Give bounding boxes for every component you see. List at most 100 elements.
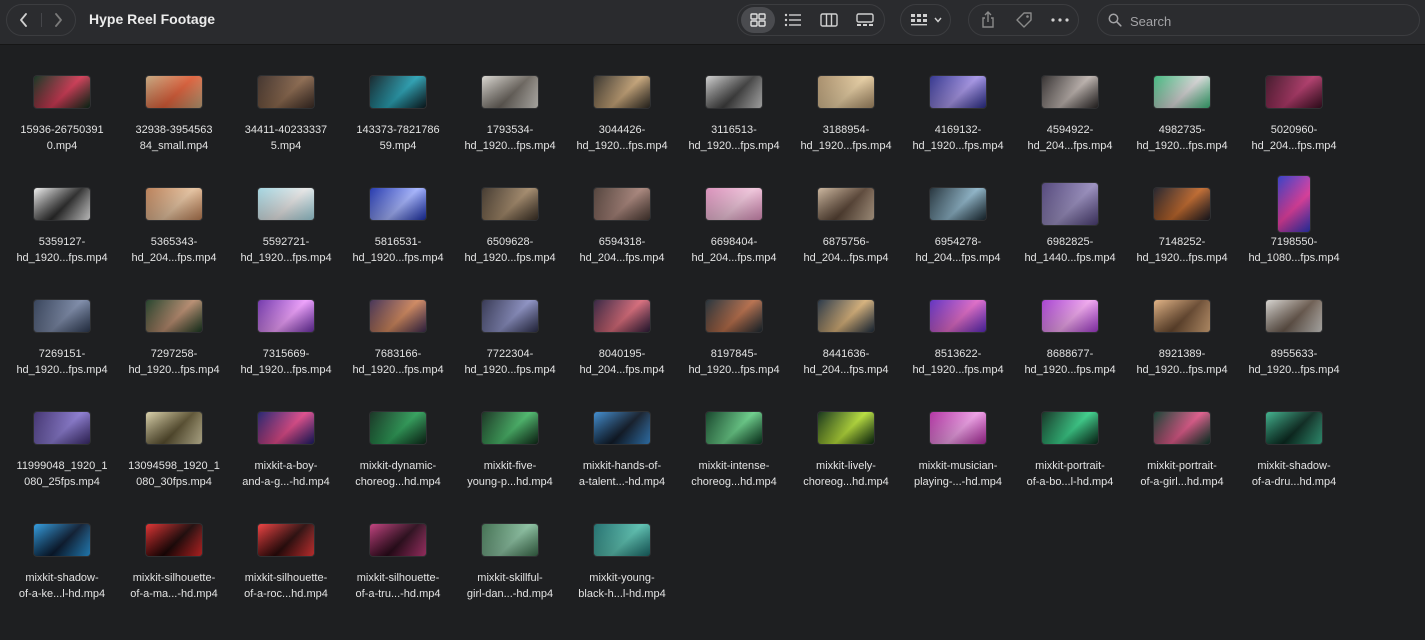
- file-item[interactable]: 4169132- hd_1920...fps.mp4: [902, 64, 1014, 176]
- video-thumbnail[interactable]: [146, 76, 202, 108]
- video-thumbnail[interactable]: [146, 412, 202, 444]
- file-item[interactable]: 3044426- hd_1920...fps.mp4: [566, 64, 678, 176]
- video-thumbnail[interactable]: [1266, 76, 1322, 108]
- video-thumbnail[interactable]: [1266, 300, 1322, 332]
- video-thumbnail[interactable]: [370, 76, 426, 108]
- video-thumbnail[interactable]: [818, 412, 874, 444]
- video-thumbnail[interactable]: [818, 300, 874, 332]
- video-thumbnail[interactable]: [594, 76, 650, 108]
- file-item[interactable]: 8955633- hd_1920...fps.mp4: [1238, 288, 1350, 400]
- more-actions-button[interactable]: [1043, 7, 1077, 33]
- file-item[interactable]: 7722304- hd_1920...fps.mp4: [454, 288, 566, 400]
- video-thumbnail[interactable]: [1042, 183, 1098, 225]
- file-item[interactable]: mixkit-silhouette-of-a-tru...-hd.mp4: [342, 512, 454, 624]
- video-thumbnail[interactable]: [930, 76, 986, 108]
- video-thumbnail[interactable]: [34, 76, 90, 108]
- file-item[interactable]: mixkit-young-black-h...l-hd.mp4: [566, 512, 678, 624]
- file-item[interactable]: mixkit-musician-playing-...-hd.mp4: [902, 400, 1014, 512]
- file-item[interactable]: 7297258- hd_1920...fps.mp4: [118, 288, 230, 400]
- file-item[interactable]: 8441636- hd_204...fps.mp4: [790, 288, 902, 400]
- video-thumbnail[interactable]: [818, 188, 874, 220]
- file-item[interactable]: 7269151- hd_1920...fps.mp4: [6, 288, 118, 400]
- file-item[interactable]: 6982825- hd_1440...fps.mp4: [1014, 176, 1126, 288]
- video-thumbnail[interactable]: [706, 188, 762, 220]
- video-thumbnail[interactable]: [818, 76, 874, 108]
- file-item[interactable]: 7683166- hd_1920...fps.mp4: [342, 288, 454, 400]
- file-item[interactable]: 7315669- hd_1920...fps.mp4: [230, 288, 342, 400]
- video-thumbnail[interactable]: [594, 524, 650, 556]
- video-thumbnail[interactable]: [482, 300, 538, 332]
- video-thumbnail[interactable]: [706, 300, 762, 332]
- column-view-button[interactable]: [812, 7, 846, 33]
- video-thumbnail[interactable]: [258, 76, 314, 108]
- file-item[interactable]: mixkit-portrait-of-a-girl...hd.mp4: [1126, 400, 1238, 512]
- video-thumbnail[interactable]: [258, 188, 314, 220]
- video-thumbnail[interactable]: [1042, 76, 1098, 108]
- file-item[interactable]: 34411-40233337 5.mp4: [230, 64, 342, 176]
- video-thumbnail[interactable]: [258, 412, 314, 444]
- file-item[interactable]: 1793534- hd_1920...fps.mp4: [454, 64, 566, 176]
- video-thumbnail[interactable]: [34, 412, 90, 444]
- search-input[interactable]: [1128, 11, 1412, 31]
- file-item[interactable]: 8197845- hd_1920...fps.mp4: [678, 288, 790, 400]
- tag-button[interactable]: [1007, 7, 1041, 33]
- file-item[interactable]: 5359127- hd_1920...fps.mp4: [6, 176, 118, 288]
- file-item[interactable]: 5365343- hd_204...fps.mp4: [118, 176, 230, 288]
- video-thumbnail[interactable]: [1278, 176, 1310, 232]
- file-item[interactable]: mixkit-shadow-of-a-dru...hd.mp4: [1238, 400, 1350, 512]
- file-item[interactable]: mixkit-five-young-p...hd.mp4: [454, 400, 566, 512]
- file-item[interactable]: 8513622- hd_1920...fps.mp4: [902, 288, 1014, 400]
- video-thumbnail[interactable]: [930, 300, 986, 332]
- file-item[interactable]: 6954278- hd_204...fps.mp4: [902, 176, 1014, 288]
- file-item[interactable]: mixkit-intense-choreog...hd.mp4: [678, 400, 790, 512]
- video-thumbnail[interactable]: [482, 188, 538, 220]
- file-item[interactable]: mixkit-silhouette-of-a-ma...-hd.mp4: [118, 512, 230, 624]
- video-thumbnail[interactable]: [594, 188, 650, 220]
- video-thumbnail[interactable]: [370, 300, 426, 332]
- video-thumbnail[interactable]: [1266, 412, 1322, 444]
- file-item[interactable]: 3116513- hd_1920...fps.mp4: [678, 64, 790, 176]
- file-item[interactable]: 5592721- hd_1920...fps.mp4: [230, 176, 342, 288]
- video-thumbnail[interactable]: [370, 412, 426, 444]
- video-thumbnail[interactable]: [482, 412, 538, 444]
- back-button[interactable]: [7, 5, 41, 35]
- file-item[interactable]: mixkit-shadow-of-a-ke...l-hd.mp4: [6, 512, 118, 624]
- video-thumbnail[interactable]: [370, 524, 426, 556]
- list-view-button[interactable]: [776, 7, 810, 33]
- video-thumbnail[interactable]: [1042, 300, 1098, 332]
- video-thumbnail[interactable]: [594, 300, 650, 332]
- video-thumbnail[interactable]: [34, 524, 90, 556]
- video-thumbnail[interactable]: [34, 188, 90, 220]
- file-item[interactable]: 6594318- hd_204...fps.mp4: [566, 176, 678, 288]
- file-item[interactable]: mixkit-a-boy-and-a-g...-hd.mp4: [230, 400, 342, 512]
- video-thumbnail[interactable]: [594, 412, 650, 444]
- video-thumbnail[interactable]: [930, 188, 986, 220]
- search-field[interactable]: [1097, 4, 1420, 36]
- file-item[interactable]: 13094598_1920_1 080_30fps.mp4: [118, 400, 230, 512]
- share-button[interactable]: [971, 7, 1005, 33]
- file-item[interactable]: 15936-26750391 0.mp4: [6, 64, 118, 176]
- video-thumbnail[interactable]: [482, 76, 538, 108]
- video-thumbnail[interactable]: [706, 76, 762, 108]
- file-item[interactable]: 7198550- hd_1080...fps.mp4: [1238, 176, 1350, 288]
- file-item[interactable]: 8921389- hd_1920...fps.mp4: [1126, 288, 1238, 400]
- file-item[interactable]: 5816531- hd_1920...fps.mp4: [342, 176, 454, 288]
- file-item[interactable]: mixkit-hands-of-a-talent...-hd.mp4: [566, 400, 678, 512]
- video-thumbnail[interactable]: [258, 524, 314, 556]
- file-item[interactable]: mixkit-portrait-of-a-bo...l-hd.mp4: [1014, 400, 1126, 512]
- file-item[interactable]: 8688677- hd_1920...fps.mp4: [1014, 288, 1126, 400]
- file-item[interactable]: mixkit-lively-choreog...hd.mp4: [790, 400, 902, 512]
- group-by-button[interactable]: [900, 4, 951, 36]
- video-thumbnail[interactable]: [258, 300, 314, 332]
- file-item[interactable]: 4982735- hd_1920...fps.mp4: [1126, 64, 1238, 176]
- file-item[interactable]: 3188954- hd_1920...fps.mp4: [790, 64, 902, 176]
- video-thumbnail[interactable]: [482, 524, 538, 556]
- video-thumbnail[interactable]: [1042, 412, 1098, 444]
- file-item[interactable]: 5020960- hd_204...fps.mp4: [1238, 64, 1350, 176]
- video-thumbnail[interactable]: [1154, 188, 1210, 220]
- video-thumbnail[interactable]: [1154, 76, 1210, 108]
- file-item[interactable]: 4594922- hd_204...fps.mp4: [1014, 64, 1126, 176]
- video-thumbnail[interactable]: [930, 412, 986, 444]
- file-item[interactable]: 6509628- hd_1920...fps.mp4: [454, 176, 566, 288]
- file-item[interactable]: mixkit-dynamic-choreog...hd.mp4: [342, 400, 454, 512]
